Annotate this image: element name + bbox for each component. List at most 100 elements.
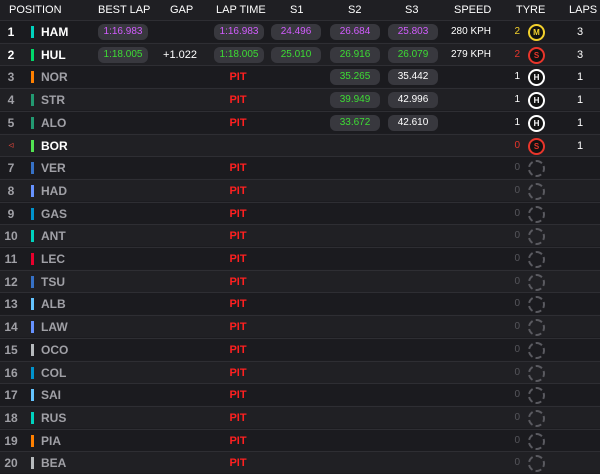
best-lap-time: 1:16.983 <box>98 24 148 40</box>
team-color-bar <box>31 184 34 197</box>
table-row[interactable]: 20 BEA PIT 0 <box>0 451 600 474</box>
header-best-lap[interactable]: BEST LAP <box>98 4 150 16</box>
table-row[interactable]: 10 ANT PIT 0 <box>0 224 600 247</box>
tyre-unknown-icon[interactable] <box>528 319 545 337</box>
header-s3[interactable]: S3 <box>405 4 418 16</box>
team-color-bar <box>31 411 34 424</box>
driver-code[interactable]: HAD <box>41 180 67 202</box>
team-color-bar <box>31 48 34 61</box>
driver-code[interactable]: LEC <box>41 248 65 270</box>
tyre-age: 0 <box>514 343 520 355</box>
table-row[interactable]: 8 HAD PIT 0 <box>0 178 600 202</box>
table-row[interactable]: 2 HUL 1:18.005 +1.022 1:18.005 25.010 26.916 26… <box>0 42 600 66</box>
table-row[interactable]: 16 COL PIT 0 <box>0 360 600 384</box>
table-row[interactable]: 17 SAI PIT 0 <box>0 383 600 406</box>
driver-code[interactable]: HAM <box>41 21 68 43</box>
sector-3-time: 25.803 <box>388 24 438 40</box>
driver-code[interactable]: LAW <box>41 316 68 338</box>
position-number: 17 <box>4 388 18 403</box>
header-speed[interactable]: SPEED <box>454 4 491 16</box>
table-row[interactable]: 9 GAS PIT 0 <box>0 201 600 225</box>
position-number: 10 <box>4 229 18 244</box>
driver-code[interactable]: GAS <box>41 203 67 225</box>
tyre-age: 0 <box>514 389 520 401</box>
tyre-unknown-icon[interactable] <box>528 273 545 291</box>
pit-status: PIT <box>229 71 247 84</box>
tyre-age: 0 <box>514 275 520 287</box>
tyre-unknown-icon[interactable] <box>528 182 545 200</box>
table-row[interactable]: 1 HAM 1:16.983 1:16.983 24.496 26.684 25.803 28… <box>0 20 600 42</box>
header-position[interactable]: POSITION <box>9 4 62 16</box>
driver-code[interactable]: ANT <box>41 225 66 247</box>
driver-code[interactable]: NOR <box>41 66 68 88</box>
tyre-soft-icon[interactable]: S <box>528 137 545 155</box>
tyre-hard-icon[interactable]: H <box>528 69 545 87</box>
table-row[interactable]: 4 STR PIT 39.949 42.996 1 H 1 <box>0 88 600 111</box>
table-row[interactable]: 18 RUS PIT 0 <box>0 405 600 429</box>
tyre-hard-icon[interactable]: H <box>528 114 545 132</box>
driver-code[interactable]: VER <box>41 157 66 179</box>
tyre-unknown-icon[interactable] <box>528 409 545 427</box>
tyre-hard-icon[interactable]: H <box>528 92 545 110</box>
table-row[interactable]: 14 LAW PIT 0 <box>0 315 600 338</box>
table-row[interactable]: 15 OCO PIT 0 <box>0 337 600 361</box>
tyre-unknown-icon[interactable] <box>528 455 545 473</box>
speed-value: 279 KPH <box>450 48 492 60</box>
header-gap[interactable]: GAP <box>170 4 193 16</box>
table-row[interactable]: 5 ALO PIT 33.672 42.610 1 H 1 <box>0 110 600 134</box>
tyre-age: 0 <box>514 184 520 196</box>
driver-code[interactable]: HUL <box>41 44 66 66</box>
driver-code[interactable]: BOR <box>41 135 68 157</box>
driver-code[interactable]: RUS <box>41 407 66 429</box>
table-row[interactable]: 19 PIA PIT 0 <box>0 428 600 452</box>
driver-code[interactable]: ALB <box>41 293 66 315</box>
tyre-unknown-icon[interactable] <box>528 228 545 246</box>
position-number: 7 <box>7 161 15 176</box>
table-row[interactable]: 11 LEC PIT 0 <box>0 247 600 269</box>
tyre-unknown-icon[interactable] <box>528 296 545 314</box>
driver-code[interactable]: PIA <box>41 430 61 452</box>
sector-3-time: 42.996 <box>388 92 438 109</box>
position-number: 2 <box>7 47 15 62</box>
tyre-unknown-icon[interactable] <box>528 341 545 359</box>
table-row[interactable]: 3 NOR PIT 35.265 35.442 1 H 1 <box>0 65 600 88</box>
driver-code[interactable]: SAI <box>41 384 61 406</box>
table-row[interactable]: ◃ BOR 0 S 1 <box>0 133 600 157</box>
pit-status: PIT <box>229 230 247 243</box>
pit-status: PIT <box>229 366 247 379</box>
header-lap-time[interactable]: LAP TIME <box>216 4 266 16</box>
table-row[interactable]: 13 ALB PIT 0 <box>0 292 600 315</box>
team-color-bar <box>31 366 34 379</box>
driver-code[interactable]: ALO <box>41 112 66 134</box>
header-s2[interactable]: S2 <box>348 4 361 16</box>
pit-status: PIT <box>229 343 247 356</box>
table-row[interactable]: 7 VER PIT 0 <box>0 156 600 179</box>
sector-1-time: 25.010 <box>271 46 321 63</box>
team-color-bar <box>31 275 34 288</box>
team-color-bar <box>31 26 34 38</box>
tyre-unknown-icon[interactable] <box>528 432 545 450</box>
tyre-unknown-icon[interactable] <box>528 160 545 178</box>
driver-code[interactable]: BEA <box>41 452 66 474</box>
tyre-unknown-icon[interactable] <box>528 205 545 223</box>
sector-1-time: 24.496 <box>271 24 321 40</box>
pit-status: PIT <box>229 207 247 220</box>
tyre-age: 1 <box>514 94 520 106</box>
driver-code[interactable]: TSU <box>41 271 65 293</box>
driver-code[interactable]: OCO <box>41 339 68 361</box>
tyre-unknown-icon[interactable] <box>528 364 545 382</box>
tyre-unknown-icon[interactable] <box>528 251 545 268</box>
driver-code[interactable]: COL <box>41 362 66 384</box>
header-tyre[interactable]: TYRE <box>516 4 545 16</box>
header-s1[interactable]: S1 <box>290 4 303 16</box>
pit-status: PIT <box>229 457 247 470</box>
driver-code[interactable]: STR <box>41 89 65 111</box>
tyre-soft-icon[interactable]: S <box>528 46 545 64</box>
table-row[interactable]: 12 TSU PIT 0 <box>0 269 600 293</box>
tyre-medium-icon[interactable]: M <box>528 24 545 41</box>
laps-count: 1 <box>576 94 584 107</box>
tyre-unknown-icon[interactable] <box>528 387 545 405</box>
team-color-bar <box>31 139 34 152</box>
header-laps[interactable]: LAPS <box>569 4 597 16</box>
team-color-bar <box>31 162 34 175</box>
